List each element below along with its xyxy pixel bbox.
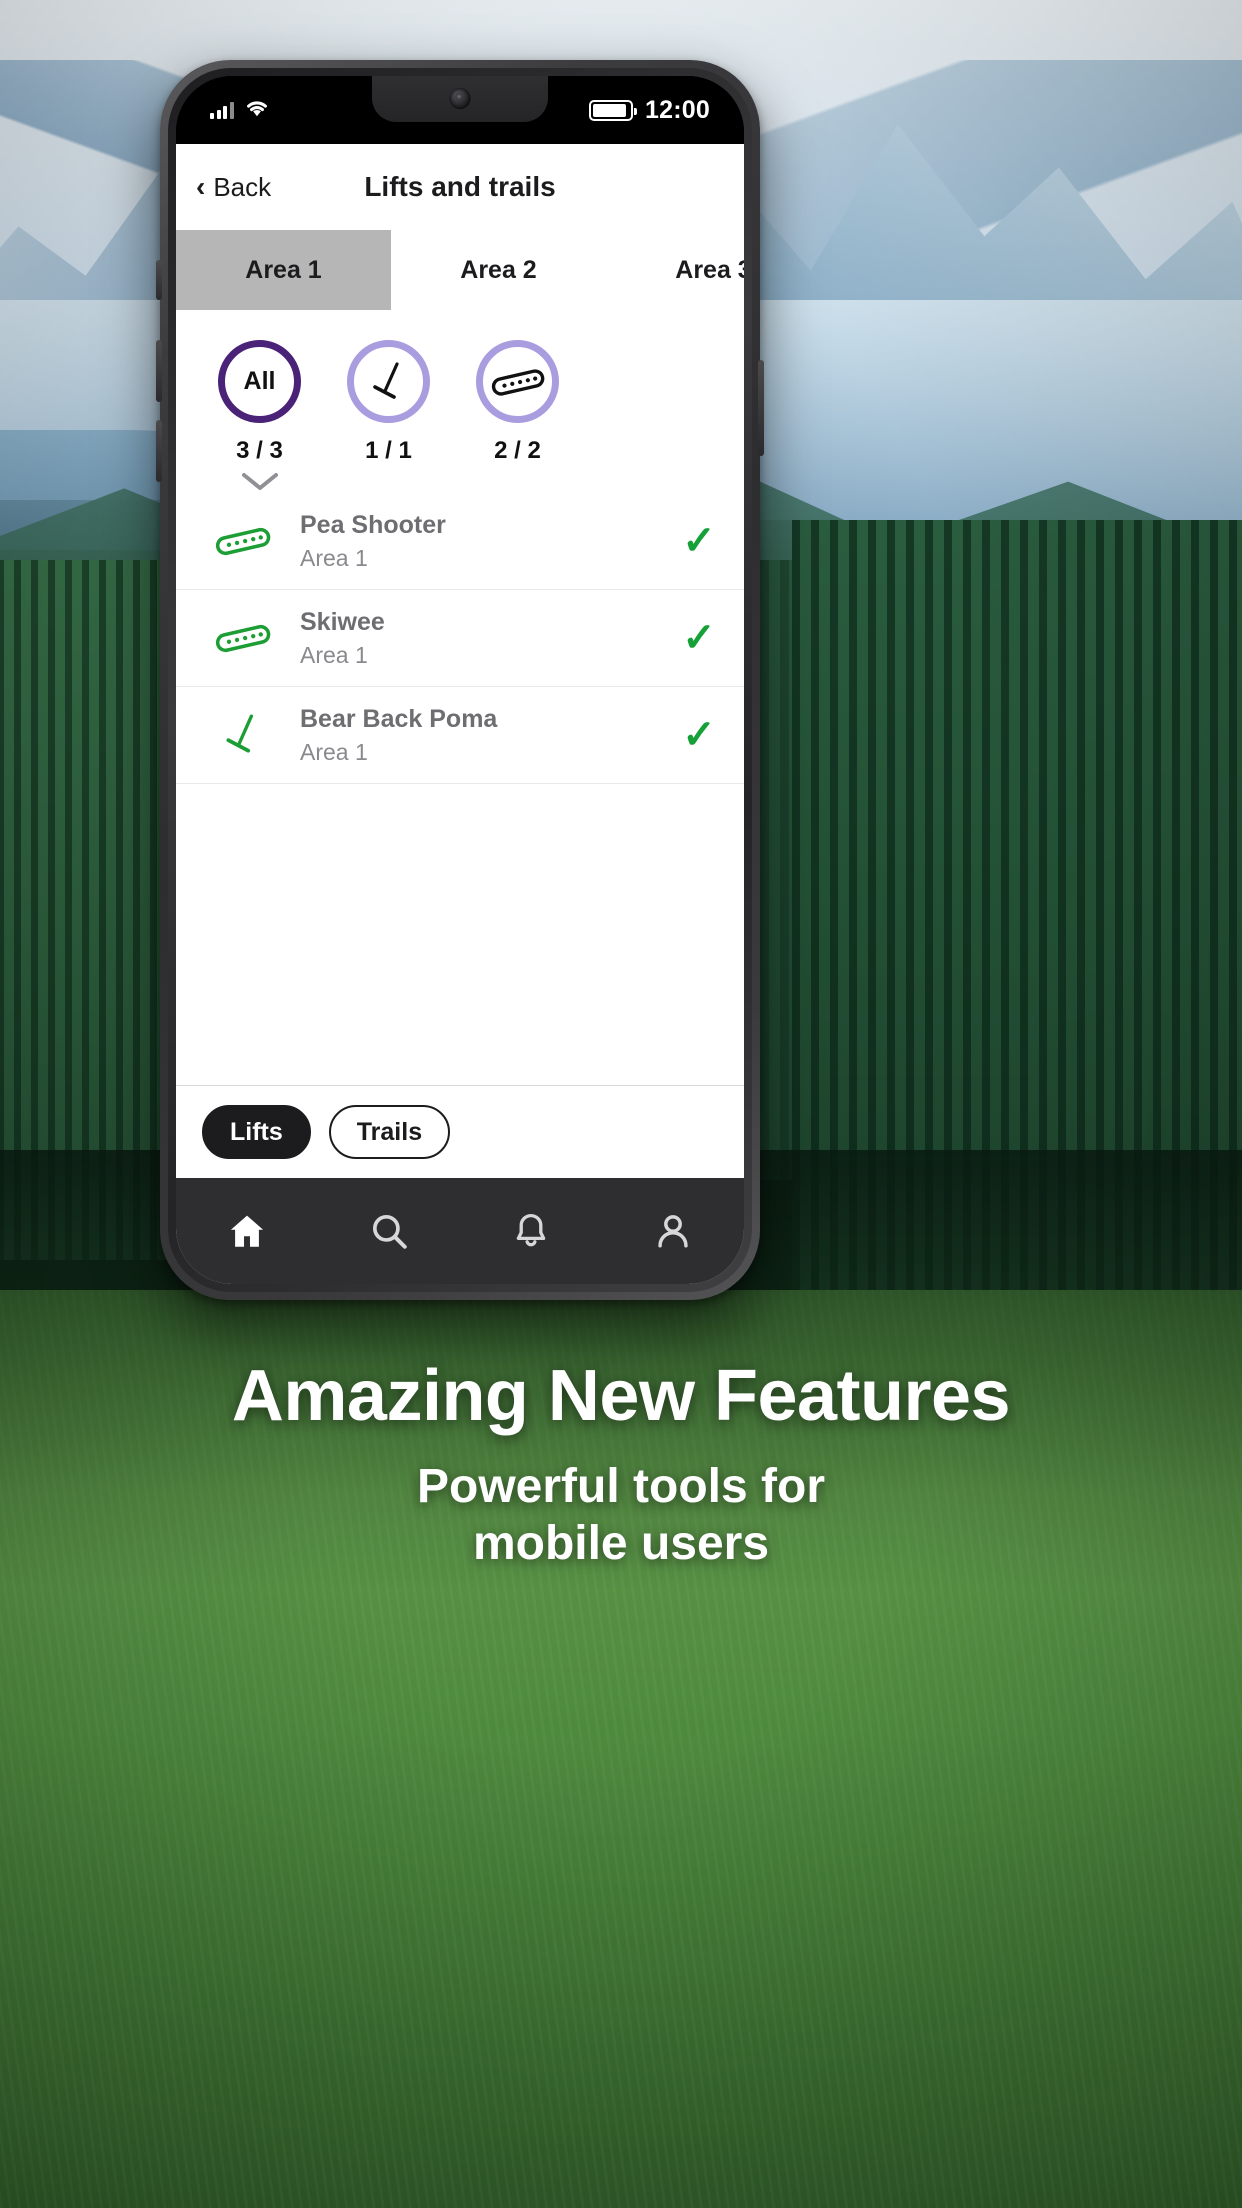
filter-all-label: All bbox=[243, 367, 276, 395]
row-subtitle: Area 1 bbox=[300, 739, 368, 766]
front-camera-icon bbox=[449, 88, 471, 109]
caption-headline: Amazing New Features bbox=[231, 1356, 1011, 1436]
app-content: ‹ Back Lifts and trails Area 1 Area 2 Ar… bbox=[176, 144, 744, 1284]
row-title: Bear Back Poma bbox=[300, 704, 498, 733]
row-subtitle: Area 1 bbox=[300, 642, 368, 669]
promo-caption: Amazing New Features Powerful tools for … bbox=[0, 1355, 1242, 1572]
mute-switch[interactable] bbox=[156, 260, 162, 300]
chairlift-icon bbox=[215, 624, 271, 653]
lifts-trails-toggle: Lifts Trails bbox=[176, 1085, 744, 1178]
table-row[interactable]: Pea Shooter Area 1 ✓ bbox=[176, 493, 744, 590]
chevron-left-icon: ‹ bbox=[196, 171, 206, 202]
filter-poma: 1 / 1 bbox=[335, 340, 442, 493]
lifts-toggle-button[interactable]: Lifts bbox=[202, 1105, 311, 1159]
tab-area-2[interactable]: Area 2 bbox=[391, 230, 606, 310]
volume-down-button[interactable] bbox=[156, 420, 162, 482]
filter-chairlift-ring[interactable] bbox=[476, 340, 559, 423]
chairlift-icon bbox=[215, 527, 271, 556]
chairlift-icon bbox=[491, 368, 544, 396]
tab-area-1[interactable]: Area 1 bbox=[176, 230, 391, 310]
filter-row: All 3 / 3 1 / 1 2 / 2 bbox=[176, 310, 744, 493]
row-subtitle: Area 1 bbox=[300, 545, 368, 572]
row-text: Bear Back Poma Area 1 bbox=[286, 704, 676, 766]
filter-all-ring[interactable]: All bbox=[218, 340, 301, 423]
area-tabs: Area 1 Area 2 Area 3 bbox=[176, 230, 744, 310]
wifi-icon bbox=[244, 98, 270, 122]
tab-area-3[interactable]: Area 3 bbox=[606, 230, 744, 310]
back-button-label: Back bbox=[213, 171, 272, 202]
person-icon[interactable] bbox=[650, 1208, 696, 1254]
poma-lift-icon bbox=[226, 714, 254, 753]
status-bar-right: 12:00 bbox=[589, 96, 710, 125]
row-icon bbox=[200, 710, 286, 760]
row-text: Skiwee Area 1 bbox=[286, 607, 676, 669]
row-title: Pea Shooter bbox=[300, 510, 446, 539]
bell-icon[interactable] bbox=[508, 1208, 554, 1254]
signal-bars-icon bbox=[210, 101, 234, 119]
caption-sub-line-1: Powerful tools for bbox=[417, 1460, 825, 1513]
status-clock: 12:00 bbox=[645, 95, 710, 124]
filter-poma-count: 1 / 1 bbox=[365, 437, 412, 464]
filter-chairlift: 2 / 2 bbox=[464, 340, 571, 493]
table-row[interactable]: Skiwee Area 1 ✓ bbox=[176, 590, 744, 687]
check-icon: ✓ bbox=[682, 616, 716, 660]
check-icon: ✓ bbox=[682, 713, 716, 757]
row-text: Pea Shooter Area 1 bbox=[286, 510, 676, 572]
volume-up-button[interactable] bbox=[156, 340, 162, 402]
back-button[interactable]: ‹ Back bbox=[176, 172, 271, 203]
notch bbox=[372, 76, 548, 122]
caption-sub-line-2: mobile users bbox=[472, 1516, 770, 1570]
home-icon[interactable] bbox=[224, 1208, 270, 1254]
app-navbar: ‹ Back Lifts and trails bbox=[176, 144, 744, 230]
filter-poma-ring[interactable] bbox=[347, 340, 430, 423]
table-row[interactable]: Bear Back Poma Area 1 ✓ bbox=[176, 687, 744, 784]
row-title: Skiwee bbox=[300, 607, 385, 636]
phone-mockup: 12:00 ‹ Back Lifts and trails Area 1 Are… bbox=[156, 60, 764, 1300]
row-icon bbox=[200, 622, 286, 654]
lift-list: Pea Shooter Area 1 ✓ Skiwee Area 1 ✓ Bea… bbox=[176, 493, 744, 1085]
trails-toggle-button[interactable]: Trails bbox=[328, 1105, 451, 1159]
row-icon bbox=[200, 525, 286, 557]
check-icon: ✓ bbox=[682, 519, 716, 563]
status-bar-left bbox=[210, 98, 270, 122]
filter-all-count: 3 / 3 bbox=[236, 437, 283, 464]
battery-icon bbox=[589, 99, 638, 121]
filter-all: All 3 / 3 bbox=[206, 340, 313, 493]
poma-lift-icon bbox=[372, 361, 399, 399]
search-icon[interactable] bbox=[366, 1208, 412, 1254]
power-button[interactable] bbox=[758, 360, 764, 456]
expand-filters-button[interactable] bbox=[176, 471, 343, 493]
filter-chairlift-count: 2 / 2 bbox=[494, 437, 541, 464]
caption-subheadline: Powerful tools for mobile users bbox=[0, 1459, 1242, 1572]
bottom-tab-bar bbox=[176, 1178, 744, 1284]
device-screen: 12:00 ‹ Back Lifts and trails Area 1 Are… bbox=[176, 76, 744, 1284]
